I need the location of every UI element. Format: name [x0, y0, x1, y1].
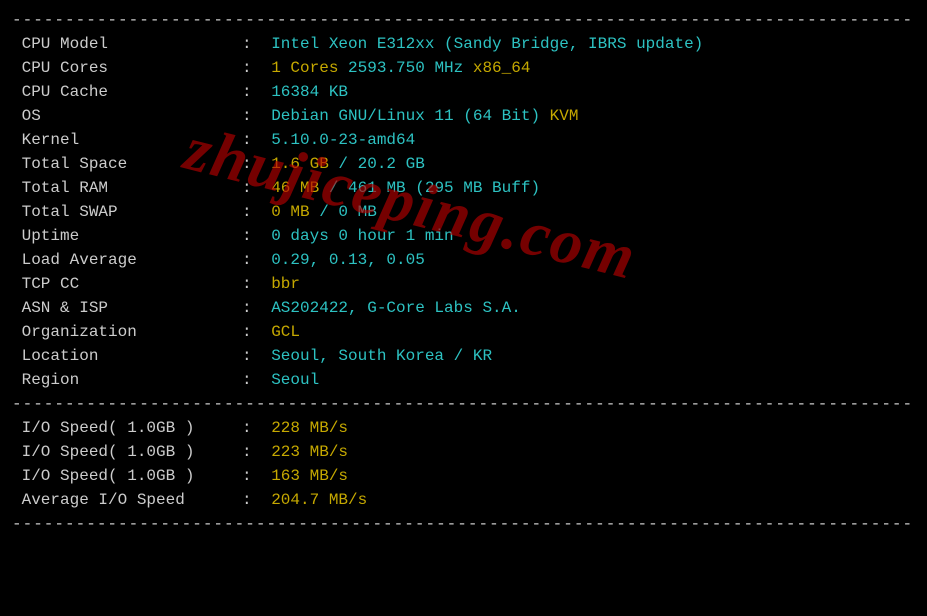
row-value: / — [319, 176, 348, 200]
row-label: Location — [12, 344, 242, 368]
row-colon: : — [242, 248, 261, 272]
row-colon: : — [242, 368, 261, 392]
row-value: 46 MB — [271, 176, 319, 200]
info-row: I/O Speed( 1.0GB ) : 228 MB/s — [12, 416, 915, 440]
row-colon: : — [242, 296, 261, 320]
row-label: I/O Speed( 1.0GB ) — [12, 440, 242, 464]
info-row: CPU Cores : 1 Cores 2593.750 MHz x86_64 — [12, 56, 915, 80]
info-row: ASN & ISP : AS202422, G-Core Labs S.A. — [12, 296, 915, 320]
row-colon: : — [242, 440, 261, 464]
info-row: OS : Debian GNU/Linux 11 (64 Bit) KVM — [12, 104, 915, 128]
row-value: Seoul — [271, 368, 319, 392]
row-colon: : — [242, 224, 261, 248]
row-value: Debian GNU/Linux 11 (64 Bit) — [271, 104, 540, 128]
info-row: Average I/O Speed : 204.7 MB/s — [12, 488, 915, 512]
row-colon: : — [242, 128, 261, 152]
info-row: TCP CC : bbr — [12, 272, 915, 296]
info-row: Organization : GCL — [12, 320, 915, 344]
row-colon: : — [242, 104, 261, 128]
row-value: 223 MB/s — [271, 440, 348, 464]
info-row: Uptime : 0 days 0 hour 1 min — [12, 224, 915, 248]
row-value: 16384 KB — [271, 80, 348, 104]
info-row: CPU Cache : 16384 KB — [12, 80, 915, 104]
row-label: CPU Cores — [12, 56, 242, 80]
row-value: (295 MB Buff) — [406, 176, 540, 200]
row-label: I/O Speed( 1.0GB ) — [12, 416, 242, 440]
info-row: Kernel : 5.10.0-23-amd64 — [12, 128, 915, 152]
row-label: CPU Cache — [12, 80, 242, 104]
row-value: 5.10.0-23-amd64 — [271, 128, 415, 152]
row-label: Region — [12, 368, 242, 392]
row-value: / — [310, 200, 339, 224]
info-row: Load Average : 0.29, 0.13, 0.05 — [12, 248, 915, 272]
row-colon: : — [242, 416, 261, 440]
info-row: Region : Seoul — [12, 368, 915, 392]
row-value: KVM — [540, 104, 578, 128]
info-row: Total SWAP : 0 MB / 0 MB — [12, 200, 915, 224]
row-label: Load Average — [12, 248, 242, 272]
info-row: Location : Seoul, South Korea / KR — [12, 344, 915, 368]
row-colon: : — [242, 272, 261, 296]
row-label: CPU Model — [12, 32, 242, 56]
row-label: Uptime — [12, 224, 242, 248]
io-speed-block: I/O Speed( 1.0GB ) : 228 MB/s I/O Speed(… — [12, 416, 915, 512]
row-colon: : — [242, 56, 261, 80]
row-value: 204.7 MB/s — [271, 488, 367, 512]
row-value: 461 MB — [348, 176, 406, 200]
row-label: Kernel — [12, 128, 242, 152]
row-value: 0 days 0 hour 1 min — [271, 224, 453, 248]
info-row: CPU Model : Intel Xeon E312xx (Sandy Bri… — [12, 32, 915, 56]
row-value: / — [329, 152, 358, 176]
row-value: 1.6 GB — [271, 152, 329, 176]
row-value: AS202422, G-Core Labs S.A. — [271, 296, 521, 320]
row-value: 228 MB/s — [271, 416, 348, 440]
terminal-output: ----------------------------------------… — [0, 0, 927, 616]
row-label: Total SWAP — [12, 200, 242, 224]
row-label: OS — [12, 104, 242, 128]
row-colon: : — [242, 200, 261, 224]
row-colon: : — [242, 488, 261, 512]
info-row: I/O Speed( 1.0GB ) : 163 MB/s — [12, 464, 915, 488]
row-label: I/O Speed( 1.0GB ) — [12, 464, 242, 488]
row-value: 0.29, 0.13, 0.05 — [271, 248, 425, 272]
separator-bottom: ----------------------------------------… — [12, 512, 915, 536]
info-row: Total RAM : 46 MB / 461 MB (295 MB Buff) — [12, 176, 915, 200]
info-row: I/O Speed( 1.0GB ) : 223 MB/s — [12, 440, 915, 464]
row-value: GCL — [271, 320, 300, 344]
row-value: 1 Cores — [271, 56, 338, 80]
row-colon: : — [242, 344, 261, 368]
row-colon: : — [242, 32, 261, 56]
row-colon: : — [242, 152, 261, 176]
row-colon: : — [242, 464, 261, 488]
row-label: TCP CC — [12, 272, 242, 296]
row-label: Organization — [12, 320, 242, 344]
row-value: 0 MB — [338, 200, 376, 224]
row-label: ASN & ISP — [12, 296, 242, 320]
row-colon: : — [242, 176, 261, 200]
row-value: bbr — [271, 272, 300, 296]
row-colon: : — [242, 80, 261, 104]
separator-mid: ----------------------------------------… — [12, 392, 915, 416]
row-value: x86_64 — [473, 56, 531, 80]
info-row: Total Space : 1.6 GB / 20.2 GB — [12, 152, 915, 176]
separator-top: ----------------------------------------… — [12, 8, 915, 32]
row-value: Seoul, South Korea / KR — [271, 344, 492, 368]
row-label: Total Space — [12, 152, 242, 176]
row-value: 2593.750 MHz — [338, 56, 472, 80]
row-label: Total RAM — [12, 176, 242, 200]
row-colon: : — [242, 320, 261, 344]
row-value: Intel Xeon E312xx (Sandy Bridge, IBRS up… — [271, 32, 703, 56]
row-value: 0 MB — [271, 200, 309, 224]
row-label: Average I/O Speed — [12, 488, 242, 512]
row-value: 163 MB/s — [271, 464, 348, 488]
row-value: 20.2 GB — [358, 152, 425, 176]
system-info-block: CPU Model : Intel Xeon E312xx (Sandy Bri… — [12, 32, 915, 392]
